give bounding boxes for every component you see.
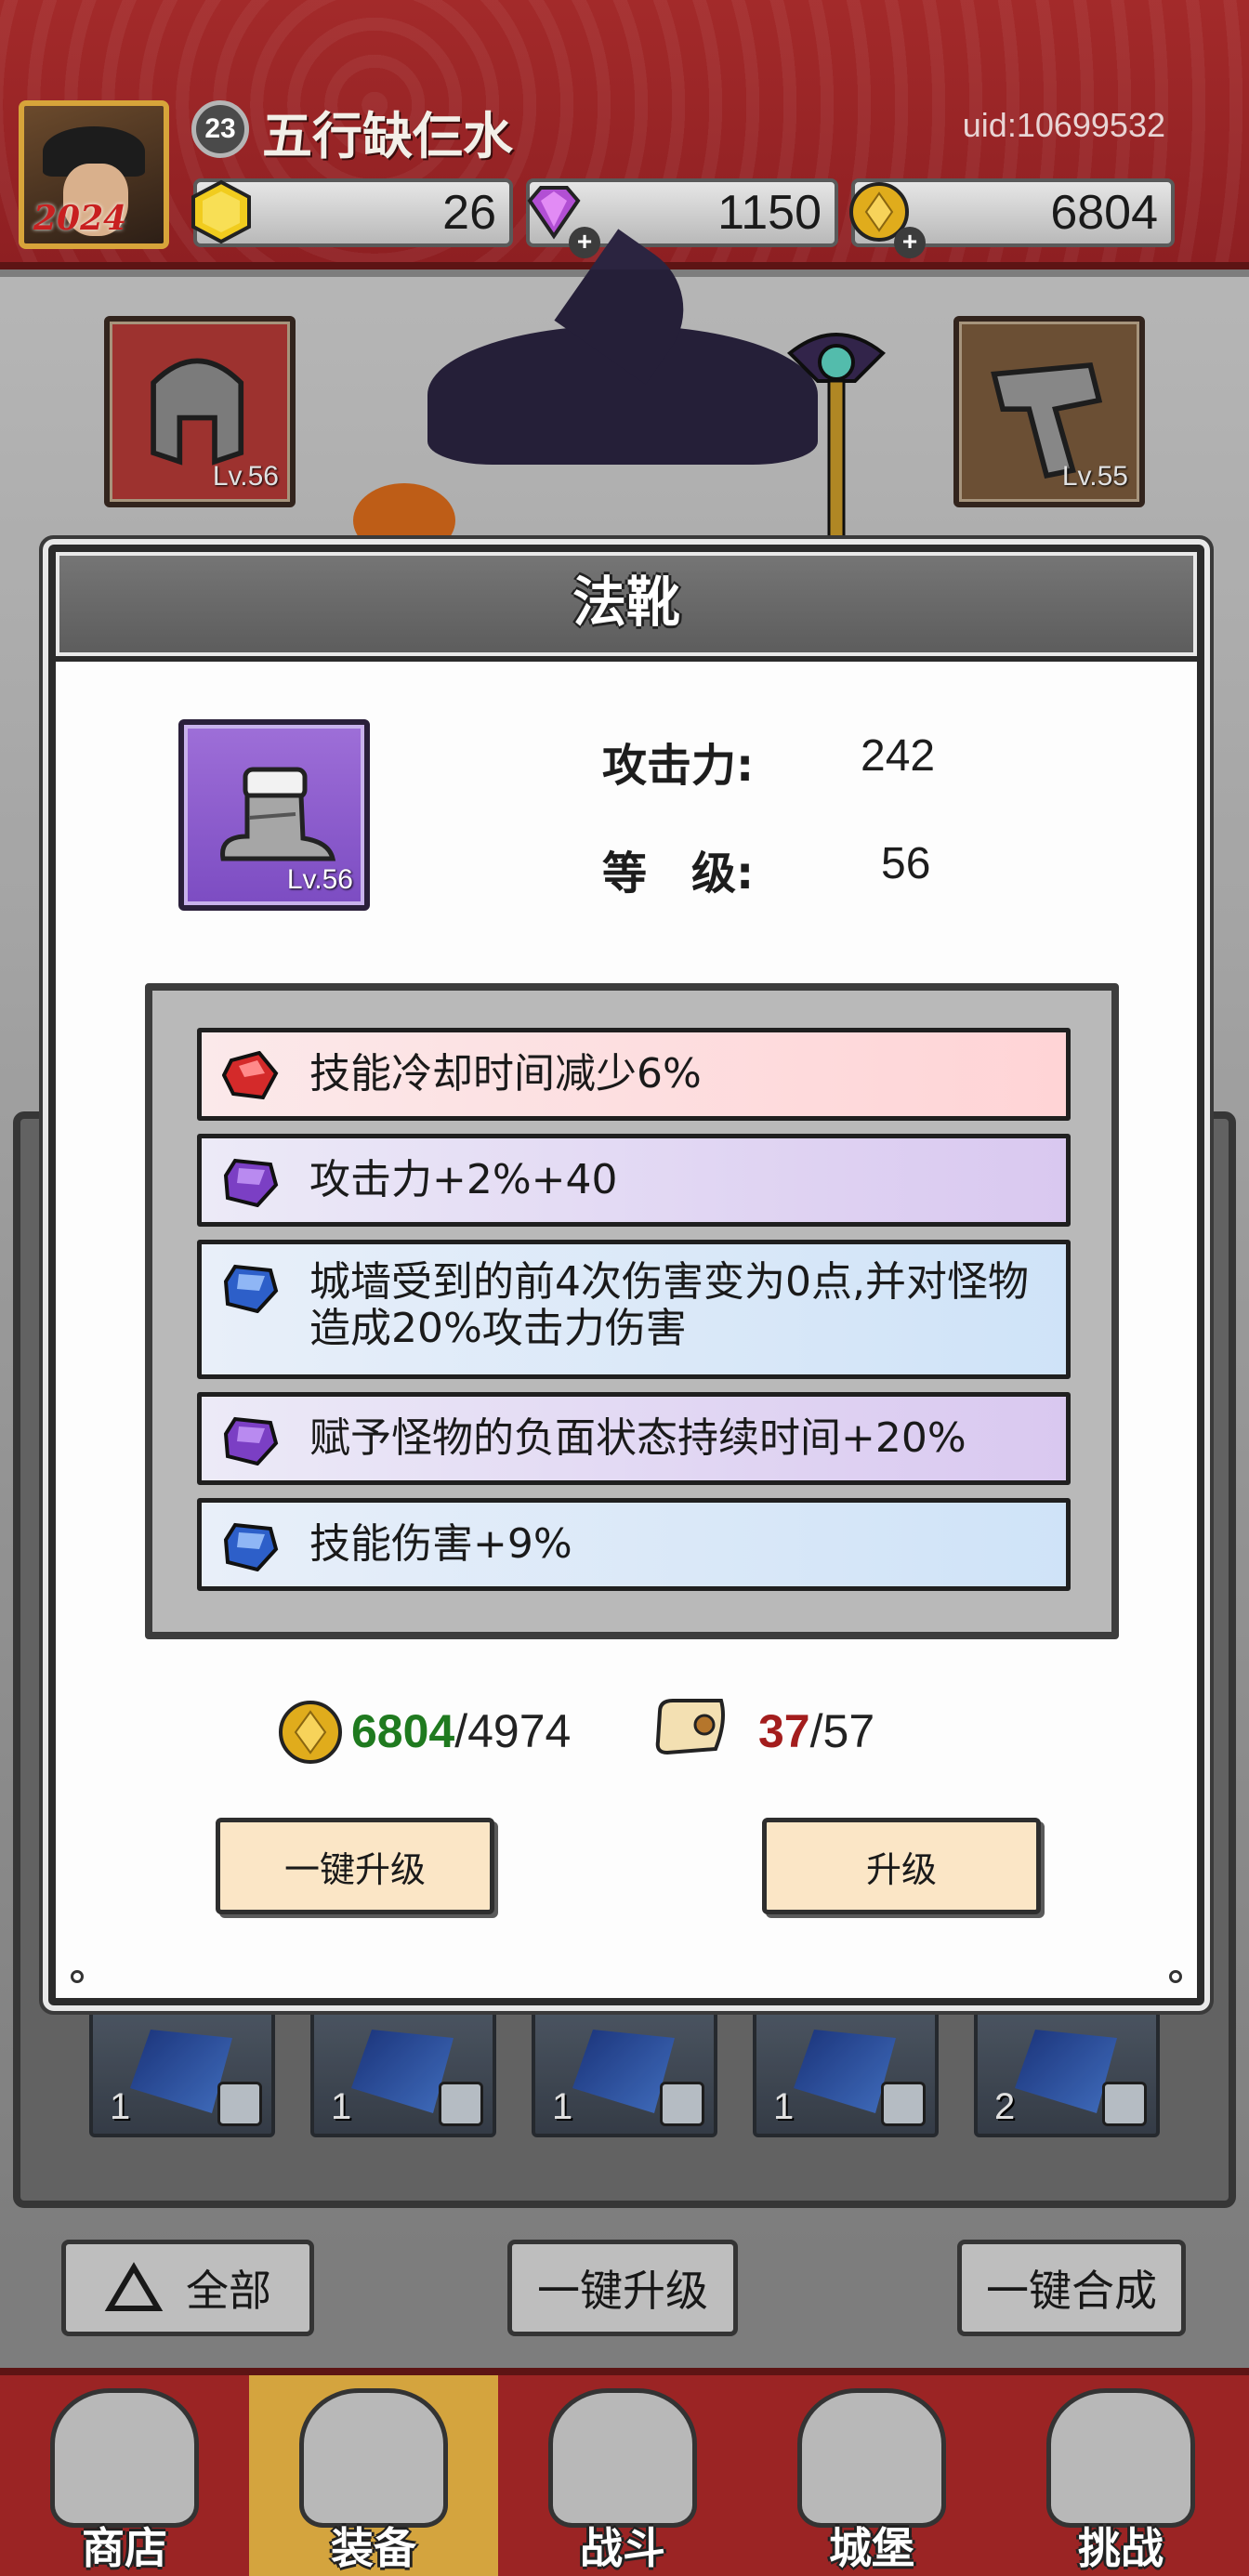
affix-row: 赋予怪物的负面状态持续时间+20% <box>197 1392 1071 1485</box>
scroll-cost: 37/57 <box>758 1704 874 1758</box>
stat-attack-value: 242 <box>861 731 936 781</box>
coin-icon <box>279 1701 342 1764</box>
purple-gem-icon <box>223 1158 279 1207</box>
nav-battle-label: 战斗 <box>580 2523 665 2573</box>
item-icon-frame: Lv.56 <box>178 719 370 911</box>
affix-text: 技能伤害+9% <box>309 1520 572 1568</box>
corner-rivet <box>1169 1970 1182 1983</box>
nav-battle[interactable]: 战斗 <box>498 2375 747 2576</box>
purple-gem-icon <box>223 1416 279 1465</box>
affix-row: 技能冷却时间减少6% <box>197 1028 1071 1121</box>
add-diamond-button[interactable]: + <box>569 227 600 258</box>
currency-gold-gem: 26 <box>191 178 513 247</box>
coin-value: 6804 <box>1050 186 1158 240</box>
gold-gem-value: 26 <box>442 186 496 240</box>
nav-equipment[interactable]: 装备 <box>249 2375 498 2576</box>
affix-row: 攻击力+2%+40 <box>197 1134 1071 1227</box>
coin-cost: 6804/4974 <box>351 1704 571 1758</box>
coin-have: 6804 <box>351 1705 455 1757</box>
nav-challenge-label: 挑战 <box>1078 2523 1164 2573</box>
avatar-year-badge: 2024 <box>33 199 127 238</box>
affix-row: 城墙受到的前4次伤害变为0点,并对怪物造成20%攻击力伤害 <box>197 1240 1071 1379</box>
scroll-have: 37 <box>758 1705 810 1757</box>
shop-icon <box>50 2388 199 2528</box>
affix-list-panel: 技能冷却时间减少6% 攻击力+2%+40 城墙受到的前4次伤害变为0点,并对怪物… <box>145 983 1119 1639</box>
nav-castle-label: 城堡 <box>829 2523 914 2573</box>
dialog-title: 法靴 <box>50 546 1203 662</box>
upgrade-button[interactable]: 升级 <box>762 1818 1041 1914</box>
crossed-swords-icon <box>548 2388 697 2528</box>
nav-castle[interactable]: 城堡 <box>747 2375 996 2576</box>
affix-text: 城墙受到的前4次伤害变为0点,并对怪物造成20%攻击力伤害 <box>309 1258 1029 1352</box>
currency-diamond: + 1150 <box>526 178 838 258</box>
boot-icon <box>220 767 336 861</box>
stat-level-label: 等 级: <box>602 848 755 900</box>
player-avatar[interactable]: 2024 <box>19 100 169 249</box>
backpack-icon <box>299 2388 448 2528</box>
player-name: 五行缺仨水 <box>262 107 513 165</box>
affix-text: 赋予怪物的负面状态持续时间+20% <box>309 1414 966 1462</box>
top-header: 2024 23 五行缺仨水 uid:10699532 26 + 1150 + 6… <box>0 0 1249 269</box>
castle-icon <box>797 2388 946 2528</box>
blue-gem-icon <box>223 1264 279 1313</box>
corner-rivet <box>71 1970 84 1983</box>
shield-icon <box>1046 2388 1195 2528</box>
diamond-value: 1150 <box>717 186 822 240</box>
affix-row: 技能伤害+9% <box>197 1498 1071 1591</box>
stat-level-value: 56 <box>881 839 931 888</box>
affix-text: 攻击力+2%+40 <box>309 1156 618 1203</box>
coin-need: /4974 <box>454 1705 572 1757</box>
affix-text: 技能冷却时间减少6% <box>309 1050 702 1097</box>
item-detail-dialog: 法靴 Lv.56 攻击力: 242 等 级: 56 技能冷却时间减少6% 攻击力… <box>48 545 1204 2005</box>
item-level: Lv.56 <box>286 864 353 895</box>
stat-attack-label: 攻击力: <box>602 740 755 792</box>
nav-shop[interactable]: 商店 <box>0 2375 249 2576</box>
nav-equipment-label: 装备 <box>331 2523 416 2573</box>
add-coin-button[interactable]: + <box>894 227 926 258</box>
gold-gem-icon <box>191 179 251 244</box>
scroll-need: /57 <box>809 1705 875 1757</box>
scroll-icon <box>655 1699 725 1755</box>
nav-challenge[interactable]: 挑战 <box>996 2375 1245 2576</box>
currency-coin: + 6804 <box>849 178 1175 258</box>
bottom-nav: 商店 装备 战斗 城堡 挑战 <box>0 2368 1249 2576</box>
player-level-badge: 23 <box>191 100 249 158</box>
blue-gem-icon <box>223 1522 279 1571</box>
one-click-upgrade-button[interactable]: 一键升级 <box>216 1818 494 1914</box>
nav-shop-label: 商店 <box>82 2523 167 2573</box>
player-uid: uid:10699532 <box>962 106 1165 144</box>
red-gem-icon <box>222 1051 279 1100</box>
